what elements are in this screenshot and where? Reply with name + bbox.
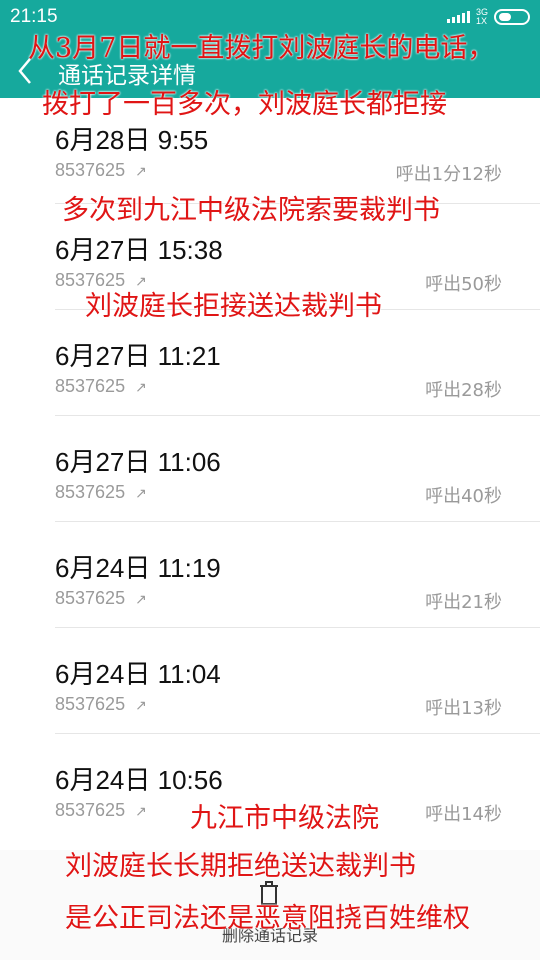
status-time: 21:15 [10,6,58,27]
annotation-line-6: 刘波庭长长期拒绝送达裁判书 [65,851,416,882]
call-number-line: 8537625 ↗ [55,482,147,503]
call-date: 6月24日 10:56 [55,765,223,795]
call-row[interactable]: 6月27日 11:21 8537625 ↗ 呼出28秒 [55,310,540,416]
annotation-line-5: 九江市中级法院 [190,803,379,834]
call-status: 呼出14秒 [425,804,502,825]
annotation-line-2: 拨打了一百多次，刘波庭长都拒接 [42,89,447,120]
status-icons: 3G 1X [446,8,530,26]
annotation-line-7: 是公正司法还是恶意阻挠百姓维权 [65,903,470,934]
annotation-line-1: 从3月7日就一直拨打刘波庭长的电话， [28,33,495,64]
call-date: 6月27日 11:21 [55,341,221,371]
outgoing-arrow-icon: ↗ [135,803,147,819]
outgoing-arrow-icon: ↗ [135,485,147,501]
call-date: 6月28日 9:55 [55,125,209,155]
signal-icon [446,11,470,23]
call-number: 8537625 [55,160,126,180]
battery-icon [494,9,530,25]
call-status: 呼出21秒 [425,592,502,613]
network-1x: 1X [475,16,487,26]
call-date: 6月27日 11:06 [55,447,221,477]
outgoing-arrow-icon: ↗ [135,591,147,607]
call-number-line: 8537625 ↗ [55,800,147,821]
call-number: 8537625 [55,800,126,820]
call-row[interactable]: 6月27日 11:06 8537625 ↗ 呼出40秒 [55,416,540,522]
network-type: 3G 1X [476,8,488,26]
call-number-line: 8537625 ↗ [55,588,147,609]
call-number: 8537625 [55,588,126,608]
call-number-line: 8537625 ↗ [55,694,147,715]
call-row[interactable]: 6月24日 11:04 8537625 ↗ 呼出13秒 [55,628,540,734]
outgoing-arrow-icon: ↗ [135,163,147,179]
call-number-line: 8537625 ↗ [55,376,147,397]
call-number-line: 8537625 ↗ [55,160,147,181]
call-date: 6月24日 11:19 [55,553,221,583]
outgoing-arrow-icon: ↗ [135,379,147,395]
call-status: 呼出50秒 [425,274,502,295]
annotation-line-3: 多次到九江中级法院索要裁判书 [62,195,440,226]
call-row[interactable]: 6月24日 11:19 8537625 ↗ 呼出21秒 [55,522,540,628]
call-number: 8537625 [55,376,126,396]
annotation-line-4: 刘波庭长拒接送达裁判书 [85,291,382,322]
call-date: 6月24日 11:04 [55,659,221,689]
call-status: 呼出28秒 [425,380,502,401]
call-status: 呼出40秒 [425,486,502,507]
outgoing-arrow-icon: ↗ [135,697,147,713]
call-number: 8537625 [55,482,126,502]
call-number: 8537625 [55,694,126,714]
call-date: 6月27日 15:38 [55,235,223,265]
call-status: 呼出13秒 [425,698,502,719]
call-status: 呼出1分12秒 [395,164,502,185]
